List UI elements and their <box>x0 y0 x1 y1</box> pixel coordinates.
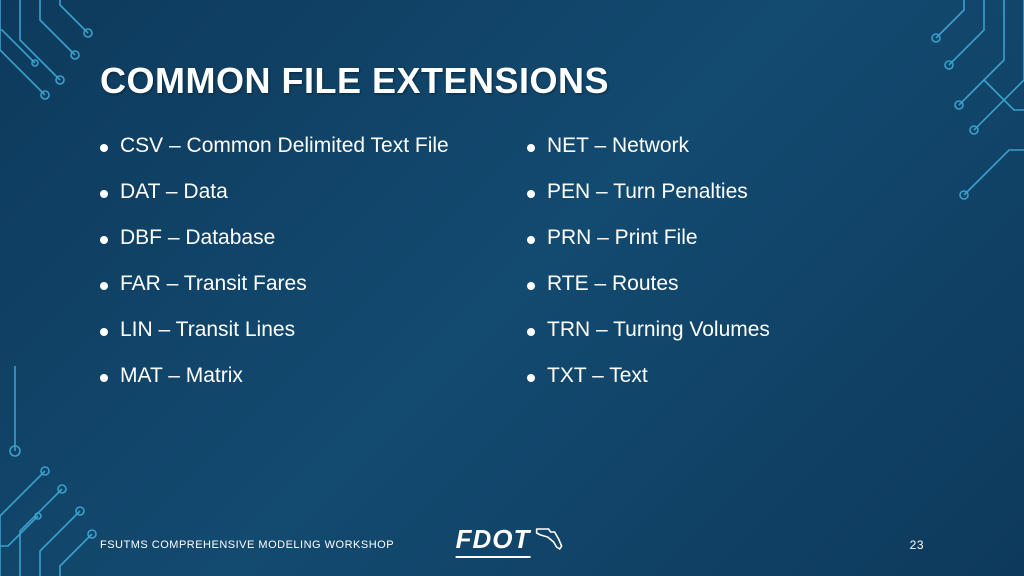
list-item: RTE – Routes <box>527 272 924 296</box>
list-item: NET – Network <box>527 134 924 158</box>
logo-text: FDOT <box>456 524 531 558</box>
item-text: PRN – Print File <box>547 226 698 250</box>
item-text: TXT – Text <box>547 364 648 388</box>
item-text: MAT – Matrix <box>120 364 243 388</box>
left-column: CSV – Common Delimited Text File DAT – D… <box>100 134 497 410</box>
bullet-icon <box>527 190 535 198</box>
list-item: MAT – Matrix <box>100 364 497 388</box>
slide-title: COMMON FILE EXTENSIONS <box>100 60 924 102</box>
content-columns: CSV – Common Delimited Text File DAT – D… <box>100 134 924 410</box>
item-text: CSV – Common Delimited Text File <box>120 134 449 158</box>
item-text: FAR – Transit Fares <box>120 272 307 296</box>
list-item: CSV – Common Delimited Text File <box>100 134 497 158</box>
footer-text: FSUTMS COMPREHENSIVE MODELING WORKSHOP <box>100 539 394 551</box>
bullet-icon <box>100 328 108 336</box>
florida-icon <box>534 525 568 558</box>
bullet-icon <box>527 236 535 244</box>
list-item: PEN – Turn Penalties <box>527 180 924 204</box>
right-column: NET – Network PEN – Turn Penalties PRN –… <box>527 134 924 410</box>
item-text: LIN – Transit Lines <box>120 318 295 342</box>
list-item: PRN – Print File <box>527 226 924 250</box>
list-item: DAT – Data <box>100 180 497 204</box>
bullet-icon <box>100 144 108 152</box>
bullet-icon <box>100 282 108 290</box>
list-item: FAR – Transit Fares <box>100 272 497 296</box>
item-text: DAT – Data <box>120 180 228 204</box>
fdot-logo: FDOT <box>456 524 569 558</box>
bullet-icon <box>527 144 535 152</box>
item-text: DBF – Database <box>120 226 275 250</box>
bullet-icon <box>527 328 535 336</box>
bullet-icon <box>527 282 535 290</box>
list-item: LIN – Transit Lines <box>100 318 497 342</box>
list-item: DBF – Database <box>100 226 497 250</box>
bullet-icon <box>100 374 108 382</box>
item-text: RTE – Routes <box>547 272 679 296</box>
page-number: 23 <box>910 538 924 552</box>
bullet-icon <box>100 190 108 198</box>
bullet-icon <box>527 374 535 382</box>
item-text: PEN – Turn Penalties <box>547 180 748 204</box>
slide: COMMON FILE EXTENSIONS CSV – Common Deli… <box>0 0 1024 576</box>
bullet-icon <box>100 236 108 244</box>
item-text: NET – Network <box>547 134 689 158</box>
item-text: TRN – Turning Volumes <box>547 318 770 342</box>
list-item: TRN – Turning Volumes <box>527 318 924 342</box>
list-item: TXT – Text <box>527 364 924 388</box>
